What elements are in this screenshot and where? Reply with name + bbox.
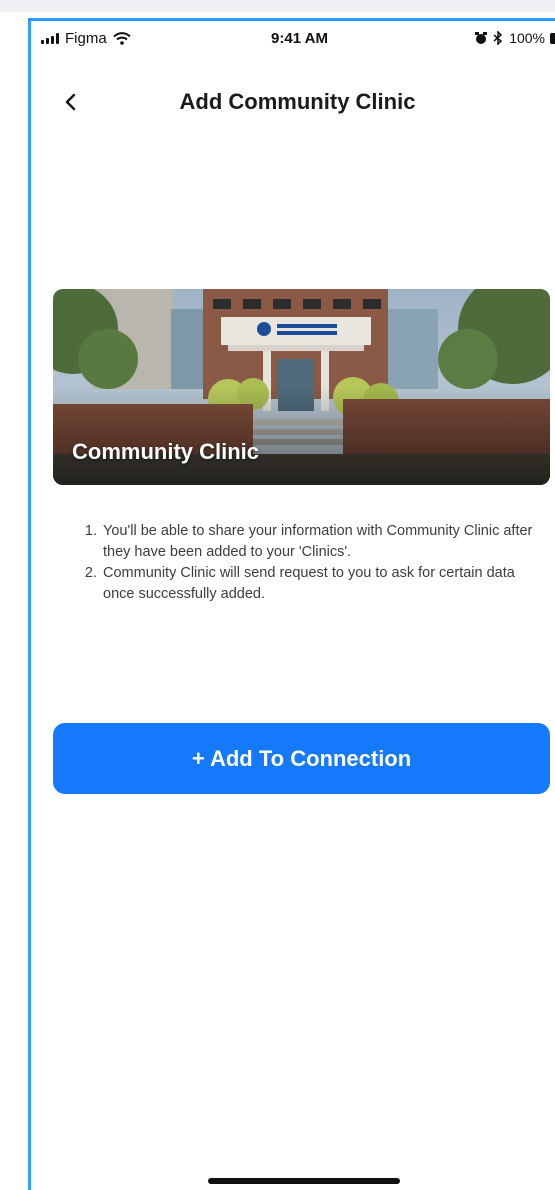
app-canvas: Figma 9:41 AM 100% Add Community Clinic … [0, 0, 555, 1190]
list-item: Community Clinic will send request to yo… [101, 563, 541, 605]
clinic-card[interactable]: Community Clinic [53, 289, 550, 485]
clinic-name: Community Clinic [72, 439, 260, 464]
home-indicator [208, 1178, 400, 1184]
page-title: Add Community Clinic [179, 89, 416, 114]
info-list: You'll be able to share your information… [79, 521, 541, 605]
list-item: You'll be able to share your information… [101, 521, 541, 563]
battery-percent: 100% [509, 30, 545, 46]
navigation-bar: Add Community Clinic [31, 81, 555, 125]
status-right: 100% [475, 30, 555, 46]
bluetooth-icon [493, 31, 503, 45]
add-button-label: + Add To Connection [191, 745, 412, 771]
add-to-connection-button[interactable]: + Add To Connection [53, 723, 550, 794]
status-bar: Figma 9:41 AM 100% [31, 21, 555, 55]
top-background-strip [0, 0, 555, 12]
phone-frame: Figma 9:41 AM 100% Add Community Clinic … [28, 18, 555, 1190]
alarm-icon [475, 32, 488, 44]
battery-icon [550, 32, 555, 44]
